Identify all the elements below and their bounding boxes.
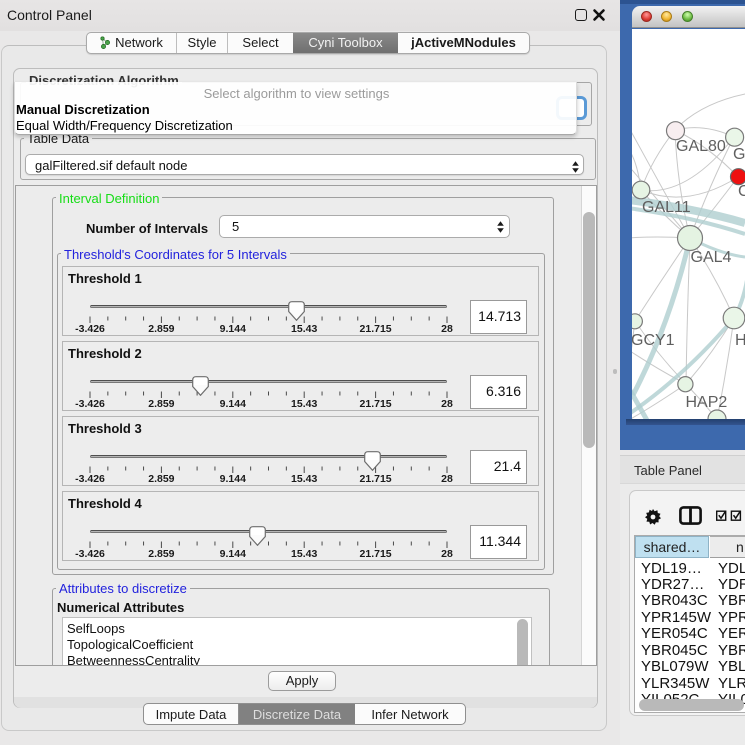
- svg-text:G: G: [733, 146, 745, 163]
- svg-text:HAP2: HAP2: [686, 394, 728, 411]
- svg-text:GAL4: GAL4: [691, 249, 732, 266]
- svg-text:GAL11: GAL11: [642, 199, 691, 216]
- svg-text:GAL80: GAL80: [676, 138, 726, 155]
- svg-text:C: C: [738, 183, 745, 200]
- svg-text:H: H: [735, 332, 745, 349]
- svg-text:GCY1: GCY1: [632, 332, 675, 349]
